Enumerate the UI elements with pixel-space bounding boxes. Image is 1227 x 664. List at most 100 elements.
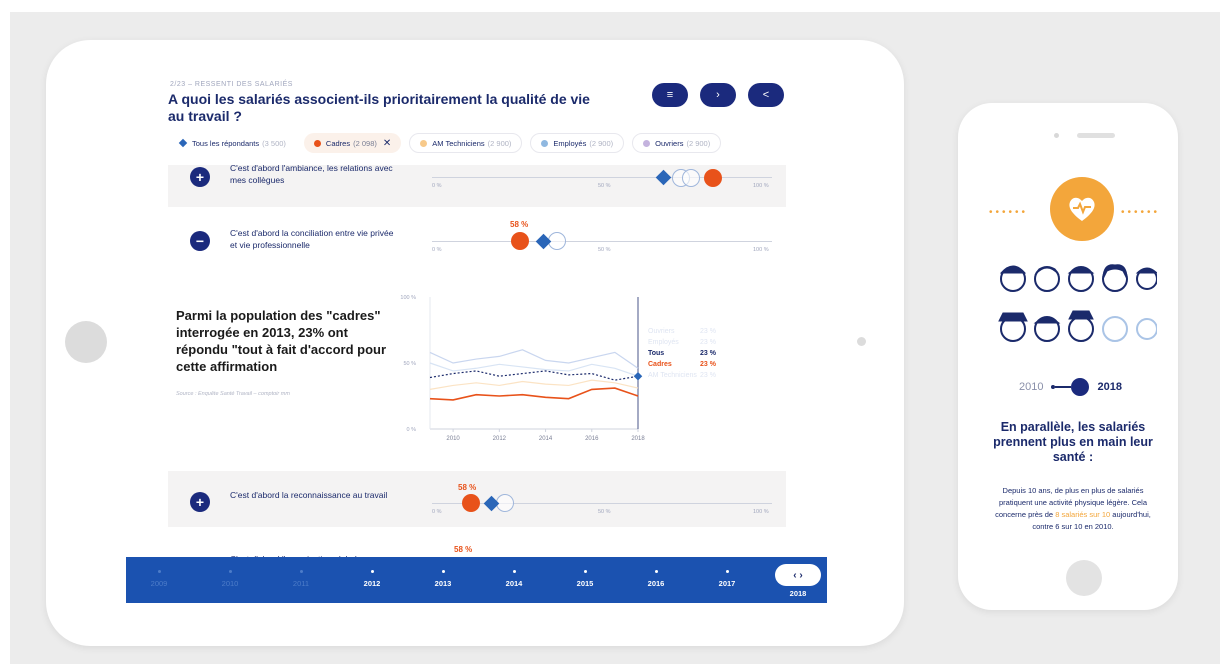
minus-icon: − bbox=[195, 233, 205, 249]
faces-illustration bbox=[998, 264, 1157, 342]
row-percentage: 58 % bbox=[458, 483, 477, 492]
marker-tous bbox=[655, 169, 672, 186]
year-2014[interactable]: 2014 bbox=[494, 579, 534, 588]
marker-cadres bbox=[462, 494, 480, 512]
filter-ouvriers[interactable]: Ouvriers (2 900) bbox=[632, 133, 722, 153]
year-2013[interactable]: 2013 bbox=[423, 579, 463, 588]
list-item[interactable]: + C'est d'abord l'ambiance, les relation… bbox=[168, 165, 786, 207]
row-percentage: 58 % bbox=[510, 220, 529, 229]
filter-count: (2 900) bbox=[589, 138, 614, 148]
year-dot bbox=[442, 570, 445, 573]
x-tick-label: 2018 bbox=[631, 436, 645, 442]
marker-ouvriers bbox=[682, 169, 700, 187]
year-2010[interactable]: 2010 bbox=[210, 579, 250, 588]
year-2012[interactable]: 2012 bbox=[352, 579, 392, 588]
list-item[interactable]: + C'est d'abord la reconnaissance au tra… bbox=[168, 471, 786, 527]
source-note: Source : Enquête Santé Travail – comptoi… bbox=[176, 391, 290, 397]
filter-count: (2 098) bbox=[353, 138, 377, 148]
year-dot bbox=[158, 570, 161, 573]
heart-icon bbox=[1050, 177, 1114, 241]
legend-label: Employés bbox=[648, 339, 679, 346]
tick-label: 50 % bbox=[598, 509, 611, 515]
phone-heading: En parallèle, les salariés prennent plus… bbox=[993, 420, 1153, 464]
year-from: 2010 bbox=[1019, 381, 1044, 393]
series-line-employ-s bbox=[429, 362, 639, 377]
year-2016[interactable]: 2016 bbox=[636, 579, 676, 588]
menu-icon: ≡ bbox=[666, 89, 674, 101]
expand-button[interactable]: + bbox=[190, 167, 210, 187]
year-timeline: 2009 2010 2011 2012 2013 2014 2015 2016 … bbox=[126, 557, 827, 603]
next-button[interactable]: › bbox=[700, 83, 736, 107]
timeline-nav-button[interactable]: ‹ › bbox=[775, 564, 821, 586]
year-dot bbox=[726, 570, 729, 573]
tick-label: 100 % bbox=[753, 183, 769, 189]
filter-count: (2 900) bbox=[686, 138, 711, 148]
dot-icon bbox=[313, 139, 321, 147]
phone-screen: •••••• •••••• 2010 2018 En parallèle, le… bbox=[981, 167, 1163, 547]
x-tick-label: 2016 bbox=[585, 436, 599, 442]
row-label: C'est d'abord l'ambiance, les relations … bbox=[230, 165, 393, 185]
legend-label: Tous bbox=[648, 350, 664, 357]
row-label: C'est d'abord la reconnaissance au trava… bbox=[230, 490, 388, 500]
x-tick-label: 2010 bbox=[446, 436, 460, 442]
filter-employes[interactable]: Employés (2 900) bbox=[530, 133, 625, 153]
section-label: 2/23 – RESSENTI DES SALARIÉS bbox=[170, 81, 293, 88]
insight-text: Parmi la population des "cadres" interro… bbox=[176, 308, 387, 374]
filter-cadres[interactable]: Cadres (2 098) ✕ bbox=[303, 133, 402, 153]
share-button[interactable]: < bbox=[748, 83, 784, 107]
menu-button[interactable]: ≡ bbox=[652, 83, 688, 107]
year-2015[interactable]: 2015 bbox=[565, 579, 605, 588]
tick-label: 0 % bbox=[432, 509, 442, 515]
year-2011[interactable]: 2011 bbox=[281, 579, 321, 588]
expand-button[interactable]: + bbox=[190, 492, 210, 512]
year-2009[interactable]: 2009 bbox=[139, 579, 179, 588]
list-item[interactable]: − C'est d'abord la conciliation entre vi… bbox=[168, 209, 786, 265]
toggle-track bbox=[1055, 386, 1072, 388]
year-dot bbox=[229, 570, 232, 573]
year-2018[interactable]: 2018 bbox=[778, 589, 818, 598]
y-tick-label: 0 % bbox=[407, 427, 417, 433]
year-toggle[interactable]: 2010 2018 bbox=[1019, 377, 1159, 397]
tick-label: 0 % bbox=[432, 247, 442, 253]
phone-home-button bbox=[1066, 560, 1102, 596]
collapse-button[interactable]: − bbox=[190, 231, 210, 251]
tablet-screen: 2/23 – RESSENTI DES SALARIÉS A quoi les … bbox=[126, 79, 827, 603]
year-to: 2018 bbox=[1097, 381, 1122, 393]
series-line-tous bbox=[429, 370, 639, 381]
legend-label: AM Techniciens bbox=[648, 372, 697, 379]
x-tick-label: 2014 bbox=[539, 436, 553, 442]
phone-body: Depuis 10 ans, de plus en plus de salari… bbox=[985, 485, 1161, 533]
toggle-knob[interactable] bbox=[1071, 378, 1090, 396]
legend-value: 23 % bbox=[700, 350, 717, 357]
series-line-cadres bbox=[429, 387, 639, 401]
body-highlight: 8 salariés sur 10 bbox=[1055, 510, 1111, 519]
row-axis bbox=[432, 241, 772, 242]
plus-icon: + bbox=[195, 494, 205, 510]
tablet-home-button bbox=[65, 321, 107, 363]
tick-label: 100 % bbox=[753, 509, 769, 515]
marker-tous-current bbox=[633, 371, 643, 381]
filter-label: Tous les répondants bbox=[192, 138, 260, 148]
tick-label: 50 % bbox=[598, 247, 611, 253]
filter-label: Ouvriers bbox=[655, 138, 684, 148]
legend-value: 23 % bbox=[700, 361, 717, 368]
year-dot bbox=[300, 570, 303, 573]
tick-label: 100 % bbox=[753, 247, 769, 253]
chevron-right-icon: › bbox=[716, 89, 720, 101]
legend-value: 23 % bbox=[700, 339, 716, 346]
dot-icon bbox=[541, 139, 549, 147]
close-icon[interactable]: ✕ bbox=[383, 138, 391, 149]
legend-label: Cadres bbox=[648, 361, 672, 368]
line-chart: 100 % 50 % 0 % 2010 2012 2014 2016 2018 Ouvriers… bbox=[400, 295, 717, 442]
legend-value: 23 % bbox=[700, 328, 716, 335]
year-2017[interactable]: 2017 bbox=[707, 579, 747, 588]
year-dot bbox=[371, 570, 374, 573]
filter-tous[interactable]: Tous les répondants (3 500) bbox=[170, 133, 296, 153]
page-title: A quoi les salariés associent-ils priori… bbox=[168, 91, 590, 124]
y-tick-label: 50 % bbox=[403, 361, 416, 367]
filter-am-techniciens[interactable]: AM Techniciens (2 900) bbox=[409, 133, 523, 153]
dotted-line: •••••• bbox=[1121, 207, 1161, 218]
diamond-icon bbox=[178, 138, 188, 148]
filter-bar: Tous les répondants (3 500) Cadres (2 09… bbox=[170, 133, 722, 153]
year-dot bbox=[655, 570, 658, 573]
